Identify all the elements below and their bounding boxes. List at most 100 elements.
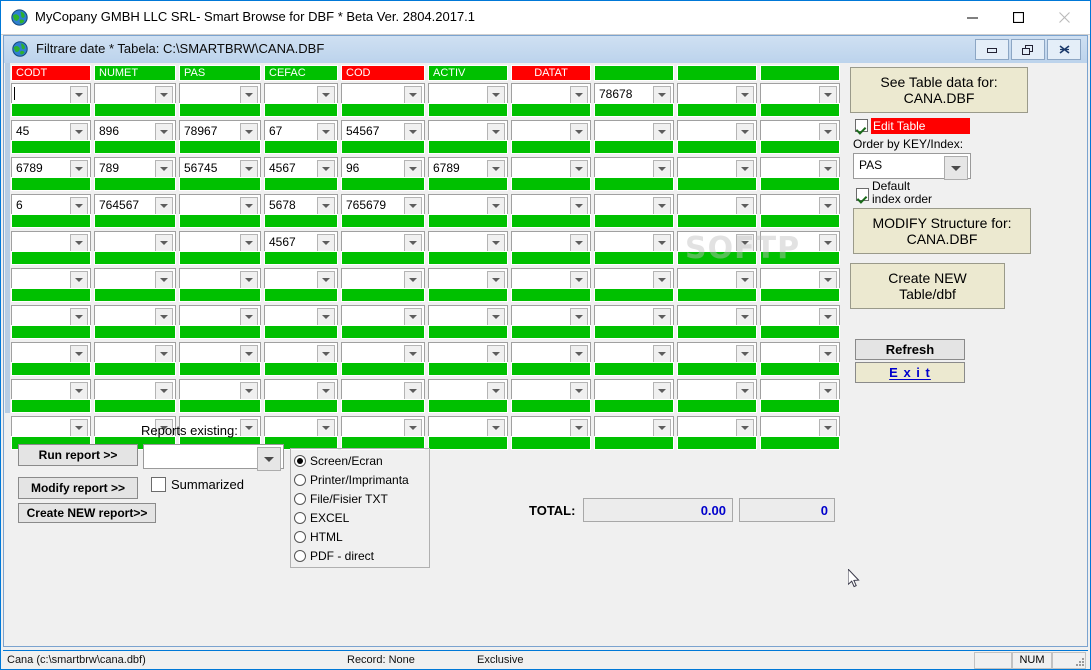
chevron-down-icon[interactable] (317, 86, 335, 104)
grid-cell[interactable] (428, 416, 508, 437)
chevron-down-icon[interactable] (317, 160, 335, 178)
grid-cell[interactable] (264, 83, 338, 104)
column-header-datat[interactable]: DATAT (511, 65, 591, 81)
grid-cell[interactable] (11, 379, 91, 400)
chevron-down-icon[interactable] (736, 197, 754, 215)
grid-cell[interactable] (11, 83, 91, 104)
chevron-down-icon[interactable] (240, 271, 258, 289)
report-select[interactable] (143, 444, 284, 471)
chevron-down-icon[interactable] (404, 123, 422, 141)
grid-cell[interactable]: 764567 (94, 194, 176, 215)
grid-cell[interactable] (428, 342, 508, 363)
grid-cell[interactable] (594, 379, 674, 400)
grid-cell[interactable] (594, 194, 674, 215)
grid-cell[interactable]: 56745 (179, 157, 261, 178)
chevron-down-icon[interactable] (404, 234, 422, 252)
chevron-down-icon[interactable] (653, 345, 671, 363)
grid-cell[interactable] (677, 416, 757, 437)
chevron-down-icon[interactable] (736, 160, 754, 178)
chevron-down-icon[interactable] (487, 123, 505, 141)
grid-cell[interactable] (594, 305, 674, 326)
modify-structure-button[interactable]: MODIFY Structure for: CANA.DBF (853, 208, 1031, 254)
chevron-down-icon[interactable] (317, 308, 335, 326)
grid-cell[interactable] (428, 120, 508, 141)
chevron-down-icon[interactable] (155, 308, 173, 326)
grid-cell[interactable]: 6789 (428, 157, 508, 178)
chevron-down-icon[interactable] (570, 271, 588, 289)
chevron-down-icon[interactable] (653, 160, 671, 178)
chevron-down-icon[interactable] (487, 197, 505, 215)
chevron-down-icon[interactable] (570, 234, 588, 252)
chevron-down-icon[interactable] (819, 234, 837, 252)
chevron-down-icon[interactable] (819, 419, 837, 437)
chevron-down-icon[interactable] (736, 234, 754, 252)
radio-button[interactable] (294, 550, 306, 562)
grid-cell[interactable] (341, 231, 425, 252)
chevron-down-icon[interactable] (819, 345, 837, 363)
child-close-button[interactable] (1047, 39, 1081, 60)
grid-cell[interactable] (677, 342, 757, 363)
chevron-down-icon[interactable] (404, 86, 422, 104)
column-header-cod[interactable]: COD (341, 65, 425, 81)
chevron-down-icon[interactable] (155, 123, 173, 141)
chevron-down-icon[interactable] (240, 123, 258, 141)
grid-cell[interactable] (94, 231, 176, 252)
column-header-cefac[interactable]: CEFAC (264, 65, 338, 81)
modify-report-button[interactable]: Modify report >> (18, 477, 138, 499)
grid-cell[interactable] (677, 120, 757, 141)
grid-cell[interactable] (511, 194, 591, 215)
chevron-down-icon[interactable] (404, 197, 422, 215)
chevron-down-icon[interactable] (736, 308, 754, 326)
chevron-down-icon[interactable] (487, 271, 505, 289)
chevron-down-icon[interactable] (155, 234, 173, 252)
index-order-select[interactable]: PAS (853, 153, 971, 180)
grid-cell[interactable] (179, 231, 261, 252)
chevron-down-icon[interactable] (819, 123, 837, 141)
chevron-down-icon[interactable] (819, 271, 837, 289)
grid-cell[interactable] (760, 157, 840, 178)
grid-cell[interactable] (511, 416, 591, 437)
chevron-down-icon[interactable] (736, 86, 754, 104)
chevron-down-icon[interactable] (487, 345, 505, 363)
chevron-down-icon[interactable] (70, 308, 88, 326)
radio-button[interactable] (294, 493, 306, 505)
edit-table-checkbox[interactable] (855, 119, 868, 132)
chevron-down-icon[interactable] (570, 123, 588, 141)
column-header-blank7[interactable] (594, 65, 674, 81)
grid-cell[interactable] (594, 268, 674, 289)
radio-button[interactable] (294, 455, 306, 467)
grid-cell[interactable] (264, 342, 338, 363)
grid-cell[interactable] (760, 268, 840, 289)
chevron-down-icon[interactable] (70, 234, 88, 252)
chevron-down-icon[interactable] (70, 382, 88, 400)
grid-cell[interactable] (428, 231, 508, 252)
grid-cell[interactable]: 6789 (11, 157, 91, 178)
chevron-down-icon[interactable] (155, 86, 173, 104)
grid-cell[interactable] (179, 83, 261, 104)
grid-cell[interactable] (264, 305, 338, 326)
grid-cell[interactable] (594, 342, 674, 363)
grid-cell[interactable] (594, 231, 674, 252)
grid-cell[interactable] (511, 120, 591, 141)
chevron-down-icon[interactable] (317, 197, 335, 215)
radio-button[interactable] (294, 474, 306, 486)
chevron-down-icon[interactable] (570, 160, 588, 178)
grid-cell[interactable] (594, 416, 674, 437)
grid-cell[interactable] (677, 194, 757, 215)
grid-cell[interactable] (511, 305, 591, 326)
column-header-codt[interactable]: CODT (11, 65, 91, 81)
chevron-down-icon[interactable] (819, 160, 837, 178)
grid-cell[interactable] (511, 83, 591, 104)
chevron-down-icon[interactable] (70, 86, 88, 104)
grid-cell[interactable] (760, 305, 840, 326)
grid-cell[interactable] (428, 194, 508, 215)
chevron-down-icon[interactable] (570, 419, 588, 437)
grid-cell[interactable] (179, 194, 261, 215)
resize-grip-icon[interactable] (1074, 656, 1086, 668)
chevron-down-icon[interactable] (819, 308, 837, 326)
child-minimize-button[interactable] (975, 39, 1009, 60)
chevron-down-icon[interactable] (70, 271, 88, 289)
grid-cell[interactable]: 78678 (594, 83, 674, 104)
chevron-down-icon[interactable] (570, 382, 588, 400)
chevron-down-icon[interactable] (155, 345, 173, 363)
